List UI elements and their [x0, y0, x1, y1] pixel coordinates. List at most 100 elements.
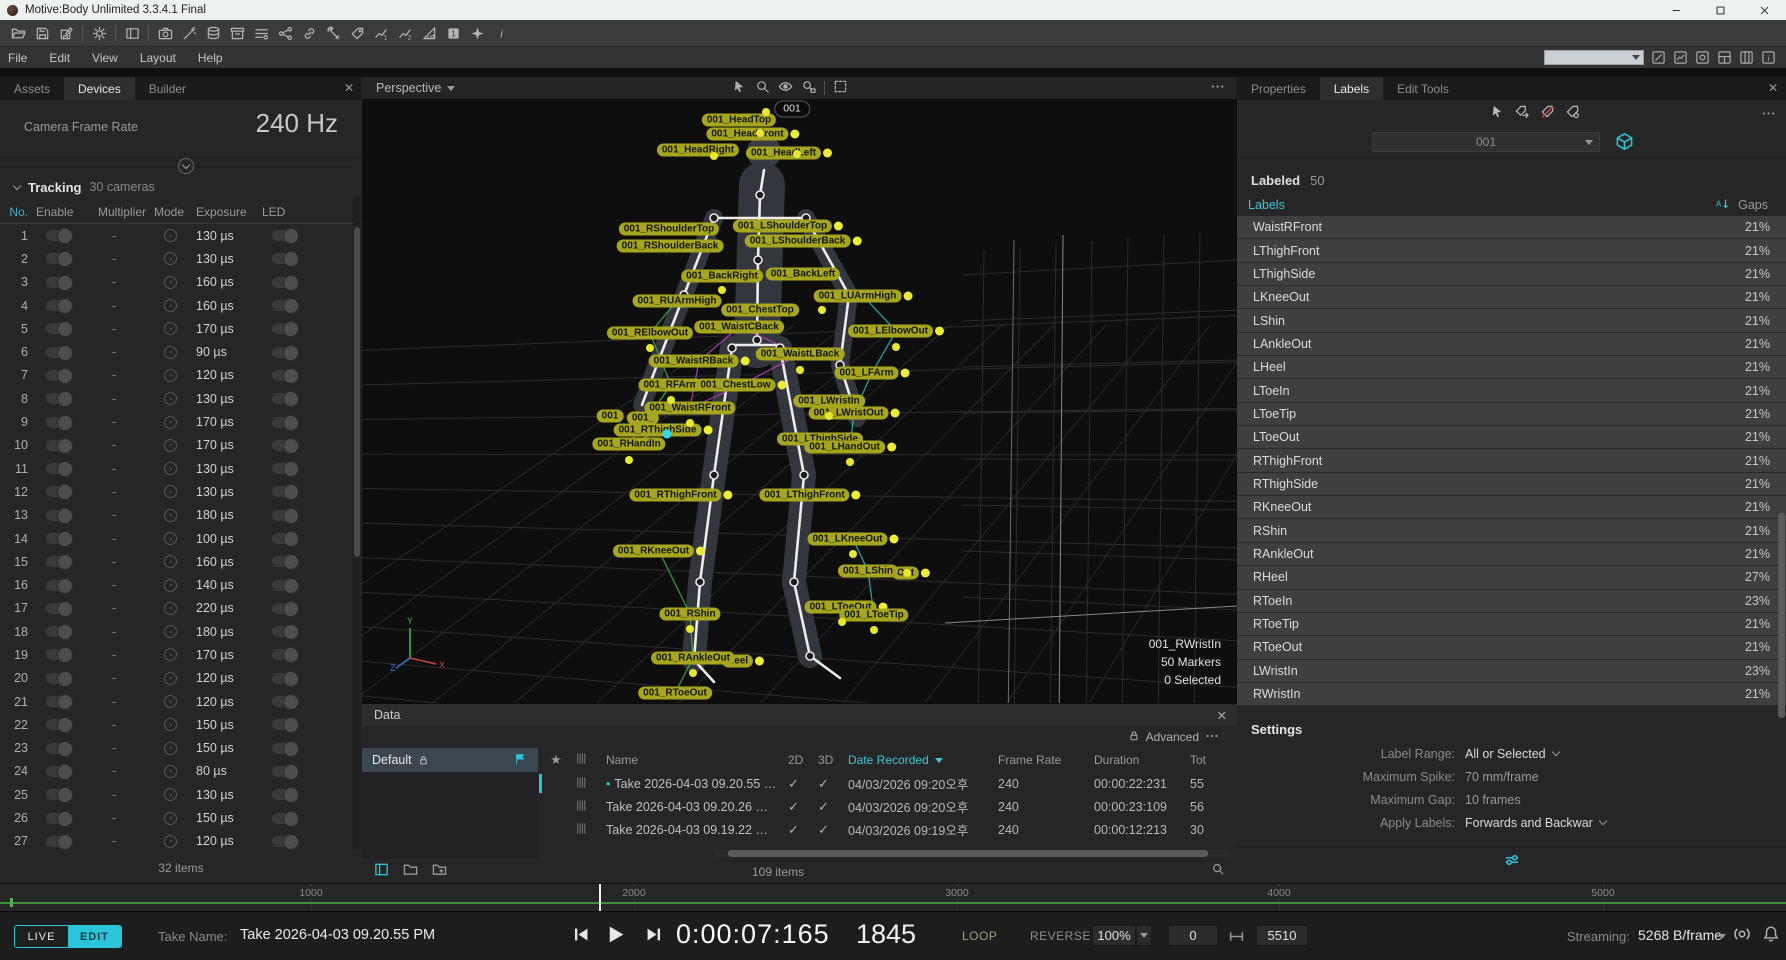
- label-row[interactable]: LToeOut21%: [1237, 426, 1786, 449]
- take-row[interactable]: Take 2026-04-03 09.20.26 …✓✓04/03/2026 0…: [538, 795, 1237, 818]
- setting-value[interactable]: All or Selected: [1465, 747, 1559, 761]
- marker-dot-icon[interactable]: [870, 626, 878, 634]
- take-name-value[interactable]: Take 2026-04-03 09.20.55 PM: [240, 927, 435, 943]
- marker-label[interactable]: 001_RUArmHigh: [633, 295, 722, 308]
- exposure-value[interactable]: 180 µs: [196, 625, 262, 639]
- label-row[interactable]: LShin21%: [1237, 309, 1786, 332]
- column-header-3d[interactable]: 3D: [818, 753, 848, 767]
- 3d-viewport[interactable]: 001_HeadTop001_HeadFront001_HeadRight001…: [362, 100, 1237, 703]
- led-toggle[interactable]: [272, 743, 298, 754]
- label-row[interactable]: RToeOut21%: [1237, 636, 1786, 659]
- enable-toggle[interactable]: [46, 323, 72, 334]
- exposure-value[interactable]: 170 µs: [196, 438, 262, 452]
- marker-label[interactable]: 001_BackRight: [681, 270, 763, 283]
- open-folder-icon[interactable]: [403, 862, 418, 882]
- data-panel-close-icon[interactable]: ✕: [1217, 708, 1227, 723]
- marker-label[interactable]: 001: [597, 410, 624, 423]
- marker-label[interactable]: 001_LFArm: [835, 367, 910, 380]
- exposure-value[interactable]: 150 µs: [196, 718, 262, 732]
- led-toggle[interactable]: [272, 300, 298, 311]
- list-options-icon[interactable]: [249, 23, 273, 43]
- chart-box-icon[interactable]: [1673, 50, 1688, 65]
- exposure-value[interactable]: 100 µs: [196, 532, 262, 546]
- column-header-multiplier[interactable]: Multiplier: [98, 205, 154, 219]
- marker-dot-icon[interactable]: [686, 419, 694, 427]
- current-frame-display[interactable]: 1845: [856, 919, 916, 950]
- marker-label[interactable]: 001_WaistCBack: [694, 321, 784, 334]
- marker-label[interactable]: 001_LUArmHigh: [814, 290, 913, 303]
- label-row[interactable]: RToeIn23%: [1237, 590, 1786, 613]
- mode-icon[interactable]: [164, 392, 177, 405]
- range-end-input[interactable]: 5510: [1256, 925, 1308, 946]
- sort-az-icon[interactable]: A: [1716, 197, 1730, 214]
- marker-dot-icon[interactable]: [710, 152, 718, 160]
- mode-icon[interactable]: [164, 742, 177, 755]
- label-row[interactable]: LHeel21%: [1237, 356, 1786, 379]
- marker-dot-icon[interactable]: [796, 366, 804, 374]
- led-toggle[interactable]: [272, 463, 298, 474]
- zoom-lock-icon[interactable]: [801, 79, 816, 97]
- take-table-hscrollbar[interactable]: [714, 850, 1231, 857]
- trajectory-1-icon[interactable]: 1: [369, 23, 393, 43]
- collapse-chevron-icon[interactable]: [178, 158, 194, 174]
- led-toggle[interactable]: [272, 673, 298, 684]
- marker-label[interactable]: 001_RKneeOut: [613, 545, 705, 558]
- play-button[interactable]: [604, 923, 627, 951]
- led-toggle[interactable]: [272, 533, 298, 544]
- advanced-label[interactable]: Advanced: [1146, 730, 1199, 744]
- exposure-value[interactable]: 130 µs: [196, 485, 262, 499]
- led-toggle[interactable]: [272, 603, 298, 614]
- mode-icon[interactable]: [164, 439, 177, 452]
- tools-icon[interactable]: [321, 23, 345, 43]
- led-toggle[interactable]: [272, 696, 298, 707]
- label-row[interactable]: LToeIn21%: [1237, 379, 1786, 402]
- marker-dot-icon[interactable]: [892, 343, 900, 351]
- take-row[interactable]: •Take 2026-04-03 09.20.55 …✓✓04/03/2026 …: [538, 772, 1237, 795]
- column-header-led[interactable]: LED: [262, 205, 320, 219]
- camera-row[interactable]: 1-130 µs: [0, 224, 362, 247]
- enable-toggle[interactable]: [46, 393, 72, 404]
- marker-label[interactable]: 001_LShoulderBack: [745, 235, 862, 248]
- marker-dot-icon[interactable]: [818, 306, 826, 314]
- close-button[interactable]: [1742, 0, 1786, 20]
- exposure-value[interactable]: 130 µs: [196, 229, 262, 243]
- marker-dot-icon[interactable]: [646, 344, 654, 352]
- exposure-value[interactable]: 160 µs: [196, 275, 262, 289]
- minimize-button[interactable]: [1654, 0, 1698, 20]
- star-column-icon[interactable]: ★: [538, 752, 574, 768]
- visibility-eye-icon[interactable]: [778, 79, 793, 97]
- label-remove-icon[interactable]: [1540, 104, 1555, 124]
- selected-marker-dot-icon[interactable]: [663, 430, 672, 439]
- panel-layout-icon[interactable]: [120, 23, 144, 43]
- marker-label[interactable]: 001_LShoulderTop: [733, 220, 843, 233]
- camera-row[interactable]: 13-180 µs: [0, 504, 362, 527]
- marker-dot-icon[interactable]: [756, 129, 764, 137]
- live-mode-button[interactable]: LIVE: [15, 926, 68, 947]
- enable-toggle[interactable]: [46, 440, 72, 451]
- take-name[interactable]: •Take 2026-04-03 09.20.55 …: [606, 777, 788, 791]
- menu-help[interactable]: Help: [198, 51, 223, 65]
- menu-layout[interactable]: Layout: [140, 51, 176, 65]
- enable-toggle[interactable]: [46, 696, 72, 707]
- label-row[interactable]: RToeTip21%: [1237, 613, 1786, 636]
- camera-row[interactable]: 26-150 µs: [0, 806, 362, 829]
- reverse-button[interactable]: REVERSE: [1030, 929, 1091, 943]
- led-toggle[interactable]: [272, 230, 298, 241]
- tab-devices[interactable]: Devices: [64, 77, 135, 100]
- column-header-duration[interactable]: Duration: [1094, 753, 1190, 767]
- enable-toggle[interactable]: [46, 300, 72, 311]
- camera-row[interactable]: 9-170 µs: [0, 410, 362, 433]
- marquee-select-icon[interactable]: [833, 79, 848, 97]
- playback-speed-select[interactable]: 100%: [1092, 925, 1136, 946]
- camera-row[interactable]: 16-140 µs: [0, 573, 362, 596]
- menu-edit[interactable]: Edit: [49, 51, 70, 65]
- label-row[interactable]: LToeTip21%: [1237, 403, 1786, 426]
- tracking-group-header[interactable]: Tracking 30 cameras: [0, 174, 362, 200]
- marker-dot-icon[interactable]: [825, 412, 833, 420]
- tab-edit-tools[interactable]: Edit Tools: [1383, 77, 1463, 100]
- enable-toggle[interactable]: [46, 556, 72, 567]
- range-start-input[interactable]: 0: [1168, 925, 1218, 946]
- marker-label[interactable]: 001_WaistLBack: [756, 348, 845, 361]
- next-frame-button[interactable]: [644, 925, 663, 949]
- skeleton-badge[interactable]: 001: [774, 101, 810, 118]
